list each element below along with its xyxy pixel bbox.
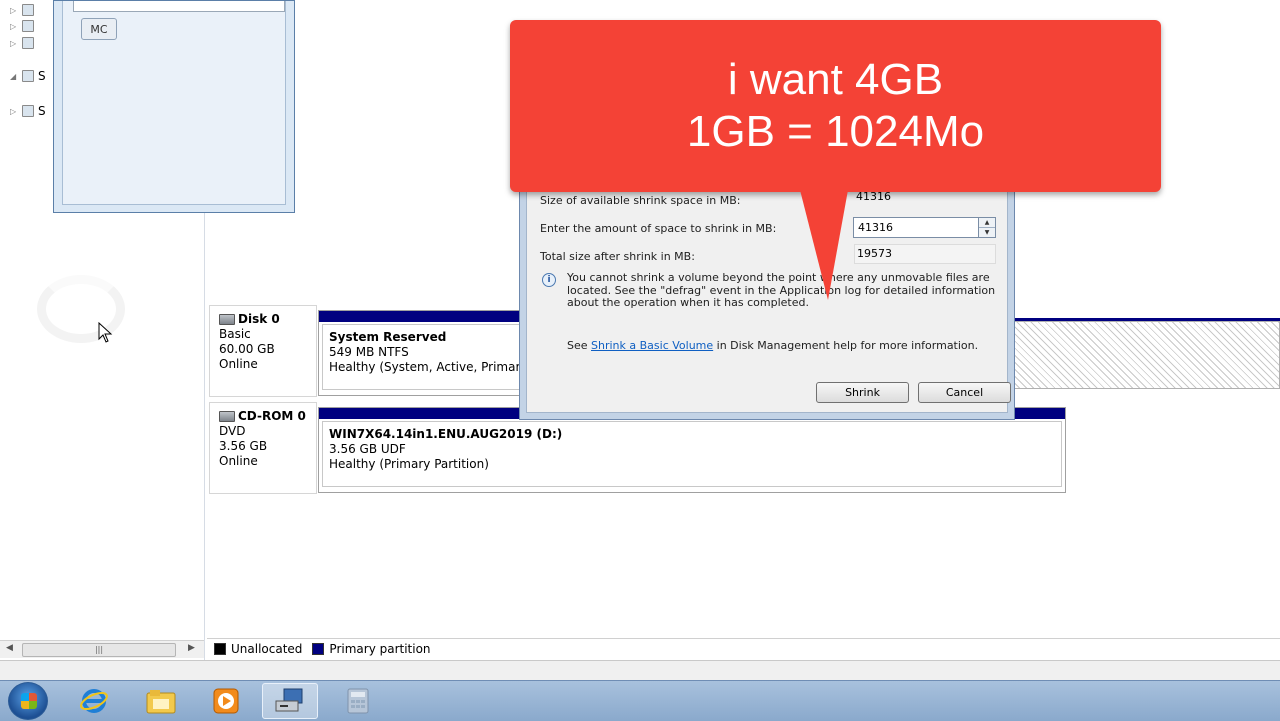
volume-health: Healthy (System, Active, Primary P [329, 360, 534, 374]
tree-item-services[interactable]: ▷ S [10, 103, 46, 119]
horizontal-scrollbar[interactable]: ◀ ||| ▶ [0, 640, 204, 658]
volume-detail: 3.56 GB UDF [329, 442, 406, 456]
volume-detail: 549 MB NTFS [329, 345, 409, 359]
unallocated-swatch [214, 642, 226, 655]
services-icon [22, 37, 34, 49]
legend-label: Unallocated [231, 641, 303, 656]
scroll-right-icon[interactable]: ▶ [188, 643, 195, 653]
taskbar [0, 680, 1280, 721]
expand-arrow-icon[interactable]: ▷ [10, 22, 18, 31]
storage-icon [22, 70, 34, 82]
primary-swatch [312, 642, 325, 655]
shrink-amount-input[interactable] [853, 217, 979, 238]
hard-disk-icon [219, 314, 235, 325]
help-suffix: in Disk Management help for more informa… [713, 339, 979, 352]
shrink-amount-label: Enter the amount of space to shrink in M… [540, 222, 777, 235]
expand-arrow-icon[interactable]: ▷ [10, 6, 18, 15]
tree-item[interactable]: ▷ [10, 35, 34, 51]
volume-health: Healthy (Primary Partition) [329, 457, 489, 471]
media-player-icon[interactable] [198, 683, 254, 719]
status-bar [0, 660, 1280, 681]
partition-legend: Unallocated Primary partition [207, 638, 1280, 658]
total-size-label: Total size after shrink in MB: [540, 250, 695, 263]
disk-size: 60.00 GB [219, 342, 275, 356]
help-prefix: See [567, 339, 592, 352]
disk-status: Online [219, 454, 258, 468]
mouse-cursor-icon [98, 322, 113, 343]
tree-item-label: S [38, 104, 46, 118]
cd-drive-icon [219, 411, 235, 422]
volume-system-reserved[interactable]: System Reserved 549 MB NTFS Healthy (Sys… [318, 310, 538, 396]
available-space-label: Size of available shrink space in MB: [540, 194, 741, 207]
internet-explorer-icon[interactable] [66, 683, 122, 719]
tree-item[interactable]: ▷ [10, 18, 34, 34]
callout-pointer-icon [800, 190, 848, 300]
tree-item[interactable]: ▷ [10, 2, 34, 18]
expand-arrow-icon[interactable]: ▷ [10, 107, 18, 116]
shrink-help-link[interactable]: Shrink a Basic Volume [591, 339, 713, 352]
scroll-left-icon[interactable]: ◀ [6, 643, 13, 653]
shrink-amount-spinner[interactable]: ▲ ▼ [979, 217, 996, 238]
start-button[interactable] [8, 682, 48, 720]
windows-logo-icon [21, 693, 37, 709]
scrollbar-thumb[interactable]: ||| [22, 643, 176, 657]
volume-name: System Reserved [329, 330, 447, 344]
folder-icon [22, 4, 34, 16]
tree-item-storage[interactable]: ◢ S [10, 68, 46, 84]
callout-line-2: 1GB = 1024Mo [686, 107, 985, 156]
disk-management-icon[interactable] [262, 683, 318, 719]
info-icon: i [542, 273, 556, 287]
callout-line-1: i want 4GB [727, 55, 944, 104]
spin-up-icon[interactable]: ▲ [979, 218, 995, 228]
folder-icon [22, 20, 34, 32]
expand-arrow-icon[interactable]: ▷ [10, 39, 18, 48]
disk-status: Online [219, 357, 258, 371]
collapse-arrow-icon[interactable]: ◢ [10, 72, 18, 81]
spin-down-icon[interactable]: ▼ [979, 228, 995, 237]
file-explorer-icon[interactable] [133, 683, 189, 719]
disk-size: 3.56 GB [219, 439, 268, 453]
legend-label: Primary partition [329, 641, 431, 656]
disk-name: Disk 0 [238, 312, 280, 326]
services-icon [22, 105, 34, 117]
disk-type: Basic [219, 327, 251, 341]
annotation-callout: i want 4GB 1GB = 1024Mo [510, 20, 1161, 192]
volume-c-selected[interactable] [1012, 321, 1280, 389]
legend-primary: Primary partition [312, 641, 431, 656]
calculator-icon[interactable] [330, 683, 386, 719]
shrink-button[interactable]: Shrink [816, 382, 909, 403]
mc-button[interactable]: MC [81, 18, 117, 40]
volume-name: WIN7X64.14in1.ENU.AUG2019 (D:) [329, 427, 563, 441]
legend-unallocated: Unallocated [214, 642, 302, 656]
disk-name: CD-ROM 0 [238, 409, 306, 423]
info-message: You cannot shrink a volume beyond the po… [567, 271, 996, 309]
tree-item-label: S [38, 69, 46, 83]
help-text: See Shrink a Basic Volume in Disk Manage… [567, 339, 978, 352]
disk-label[interactable]: Disk 0 Basic 60.00 GB Online [209, 305, 317, 397]
disk-type: DVD [219, 424, 246, 438]
cancel-button[interactable]: Cancel [918, 382, 1011, 403]
disk-label[interactable]: CD-ROM 0 DVD 3.56 GB Online [209, 402, 317, 494]
primary-partition-bar [319, 311, 537, 322]
secondary-window: MC [53, 0, 295, 213]
secondary-window-body: MC [62, 1, 286, 205]
total-size-value: 19573 [854, 244, 996, 264]
text-field[interactable] [73, 1, 285, 12]
